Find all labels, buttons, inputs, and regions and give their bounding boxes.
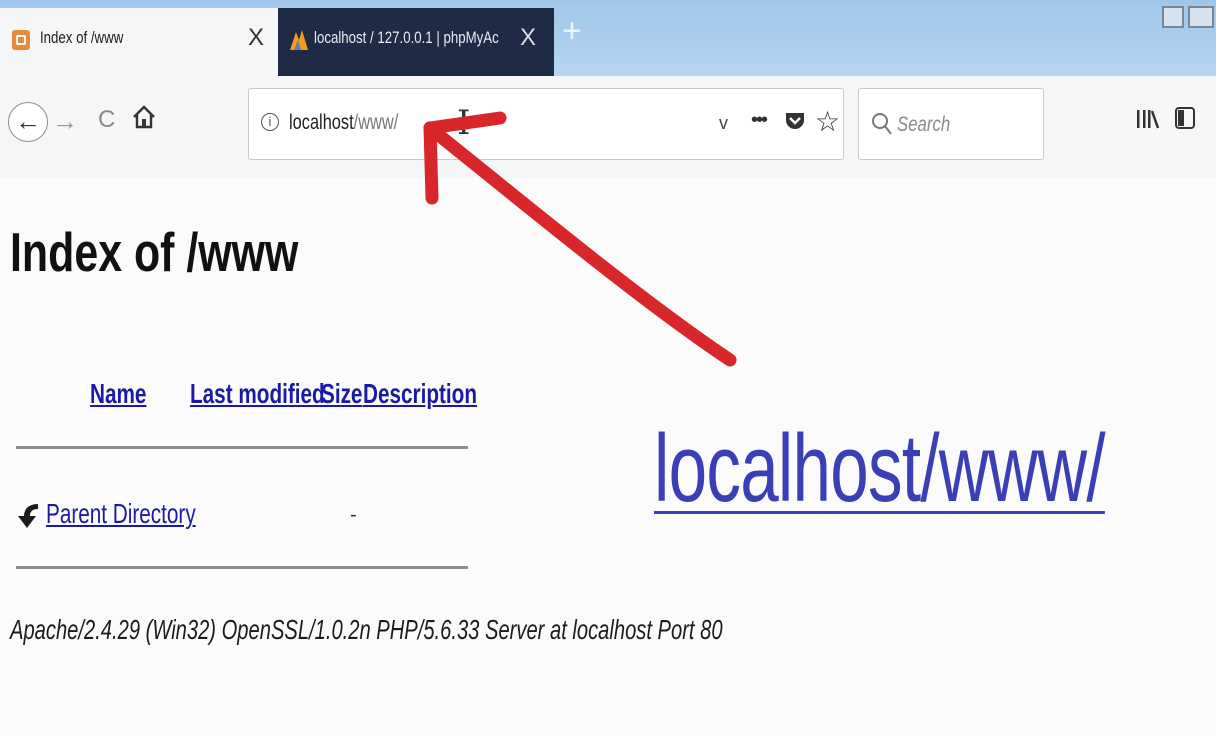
url-text[interactable]: localhost/www/ bbox=[289, 111, 398, 135]
url-host: localhost bbox=[289, 111, 354, 134]
column-header-last-modified-link[interactable]: Last modified bbox=[190, 378, 325, 410]
tab-title: Index of /www bbox=[40, 28, 124, 47]
bookmark-star-icon[interactable]: ☆ bbox=[815, 105, 840, 138]
column-header-size-link[interactable]: Size bbox=[321, 378, 362, 410]
home-icon[interactable] bbox=[132, 104, 156, 135]
folder-favicon-icon bbox=[12, 30, 30, 50]
back-button[interactable]: ← bbox=[8, 102, 48, 142]
close-tab-icon[interactable]: X bbox=[518, 24, 538, 52]
navigation-toolbar: ← → C i localhost/www/ I v ••• ☆ Search bbox=[0, 76, 1216, 178]
text-cursor-icon: I bbox=[457, 103, 471, 143]
search-placeholder: Search bbox=[897, 113, 951, 136]
tab-index-of-www[interactable]: Index of /www X bbox=[0, 8, 278, 76]
close-tab-icon[interactable]: X bbox=[246, 24, 266, 52]
library-icon[interactable] bbox=[1136, 108, 1160, 135]
parent-directory-link[interactable]: Parent Directory bbox=[46, 498, 196, 530]
divider bbox=[16, 566, 468, 569]
minimize-button[interactable] bbox=[1162, 6, 1184, 28]
search-icon bbox=[871, 111, 893, 142]
overlay-url-text: localhost/www/ bbox=[654, 415, 1106, 522]
tab-title: localhost / 127.0.0.1 | phpMyAc bbox=[314, 28, 499, 47]
url-dropdown-icon[interactable]: v bbox=[719, 113, 728, 134]
phpmyadmin-favicon-icon bbox=[288, 28, 310, 57]
url-path: /www/ bbox=[353, 111, 399, 134]
server-signature: Apache/2.4.29 (Win32) OpenSSL/1.0.2n PHP… bbox=[10, 614, 723, 645]
size-value: - bbox=[350, 504, 357, 526]
sidebar-icon[interactable] bbox=[1174, 106, 1196, 135]
back-arrow-icon bbox=[16, 500, 42, 537]
site-info-icon[interactable]: i bbox=[261, 113, 279, 131]
reload-button[interactable]: C bbox=[98, 106, 115, 134]
tab-strip: Index of /www X localhost / 127.0.0.1 | … bbox=[0, 0, 1216, 76]
column-header-name-link[interactable]: Name bbox=[90, 378, 146, 410]
divider bbox=[16, 446, 468, 449]
search-input[interactable]: Search bbox=[858, 88, 1044, 160]
new-tab-button[interactable]: + bbox=[562, 14, 582, 48]
tab-phpmyadmin[interactable]: localhost / 127.0.0.1 | phpMyAc X bbox=[278, 8, 554, 76]
page-content: Index of /www Name Last modified Size De… bbox=[0, 178, 1216, 736]
url-bar[interactable]: i localhost/www/ I v ••• ☆ bbox=[248, 88, 844, 160]
restore-button[interactable] bbox=[1188, 6, 1214, 28]
page-actions-icon[interactable]: ••• bbox=[751, 109, 768, 132]
forward-button[interactable]: → bbox=[52, 106, 78, 137]
pocket-icon[interactable] bbox=[784, 110, 806, 137]
page-title: Index of /www bbox=[10, 221, 299, 283]
column-header-description-link[interactable]: Description bbox=[363, 378, 477, 410]
